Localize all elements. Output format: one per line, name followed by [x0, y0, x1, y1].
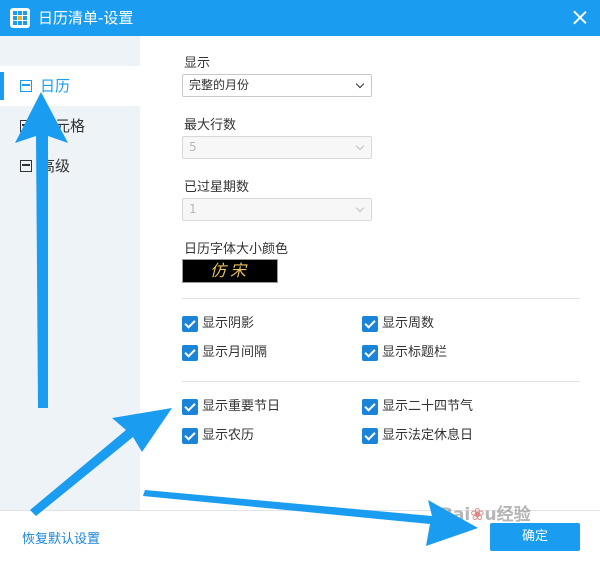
max-rows-label: 最大行数: [184, 118, 237, 133]
calendar-icon: [20, 80, 32, 92]
sidebar-item-advanced[interactable]: 高级: [0, 146, 140, 186]
sidebar-item-cell[interactable]: 单元格: [0, 106, 140, 146]
chevron-down-icon: [355, 203, 365, 213]
display-select[interactable]: 完整的月份: [182, 74, 372, 97]
sidebar-item-label: 日历: [40, 77, 71, 95]
font-label: 日历字体大小颜色: [184, 242, 289, 257]
past-weeks-label: 已过星期数: [184, 180, 250, 195]
checkbox-checked-icon: [182, 428, 198, 444]
divider: [182, 298, 580, 299]
max-rows-select[interactable]: 5: [182, 136, 372, 159]
max-rows-value: 5: [189, 140, 197, 154]
app-logo-icon: [10, 8, 30, 28]
title-bar: 日历清单-设置: [0, 0, 600, 36]
display-select-value: 完整的月份: [189, 78, 250, 92]
past-weeks-value: 1: [189, 202, 197, 216]
sidebar-item-label: 单元格: [40, 117, 86, 135]
chevron-down-icon: [355, 79, 365, 89]
settings-panel: 显示 完整的月份 最大行数 5 已过星期数 1 日历字体大小颜色 仿宋 显示阴影…: [140, 36, 600, 510]
display-label: 显示: [184, 56, 211, 71]
chevron-down-icon: [355, 141, 365, 151]
reset-defaults-link[interactable]: 恢复默认设置: [22, 528, 100, 547]
sidebar-item-label: 高级: [40, 157, 71, 175]
settings-sidebar: 日历 单元格 高级: [0, 36, 140, 510]
checkbox-label: 显示周数: [382, 316, 435, 331]
font-preview-button[interactable]: 仿宋: [182, 259, 278, 283]
checkbox-checked-icon: [182, 316, 198, 332]
checkbox-checked-icon: [362, 345, 378, 361]
divider: [182, 381, 580, 382]
watermark-logo: Bai❀u经验: [440, 505, 531, 525]
checkbox-label: 显示农历: [202, 428, 255, 443]
advanced-icon: [20, 160, 32, 172]
grid-icon: [20, 120, 32, 132]
close-icon[interactable]: [568, 6, 592, 30]
checkbox-checked-icon: [182, 399, 198, 415]
window-title: 日历清单-设置: [38, 9, 134, 27]
ok-button[interactable]: 确定: [490, 523, 580, 551]
checkbox-checked-icon: [362, 428, 378, 444]
checkbox-label: 显示阴影: [202, 316, 255, 331]
checkbox-label: 显示二十四节气: [382, 399, 474, 414]
checkbox-label: 显示月间隔: [202, 345, 268, 360]
sidebar-item-calendar[interactable]: 日历: [0, 66, 140, 106]
checkbox-label: 显示标题栏: [382, 345, 448, 360]
checkbox-label: 显示重要节日: [202, 399, 281, 414]
checkbox-checked-icon: [362, 316, 378, 332]
past-weeks-select[interactable]: 1: [182, 198, 372, 221]
checkbox-checked-icon: [182, 345, 198, 361]
checkbox-checked-icon: [362, 399, 378, 415]
checkbox-label: 显示法定休息日: [382, 428, 474, 443]
